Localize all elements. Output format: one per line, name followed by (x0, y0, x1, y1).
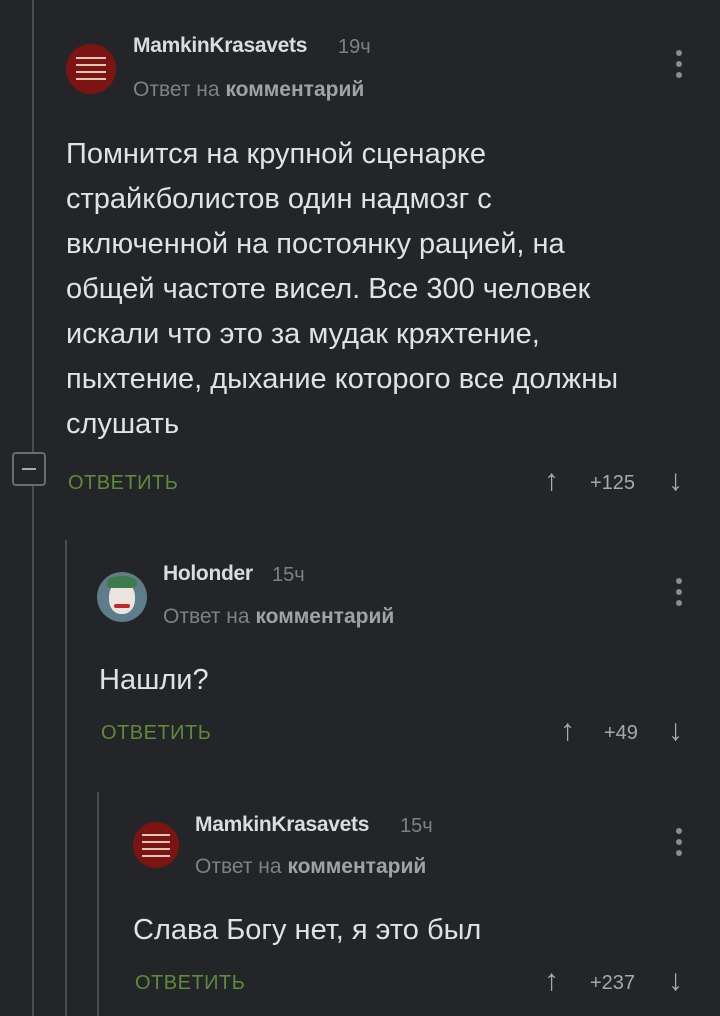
comment-3: MamkinKrasavets 15ч Ответ на комментарий… (0, 0, 720, 1016)
downvote-arrow-icon[interactable]: ↓ (668, 966, 683, 996)
upvote-arrow-icon[interactable]: ↑ (544, 966, 559, 996)
reply-button[interactable]: ОТВЕТИТЬ (135, 972, 245, 995)
red-text-badge-avatar (133, 822, 179, 868)
reply-to-line: Ответ на комментарий (195, 855, 426, 879)
comment-score: +237 (590, 972, 636, 994)
comment-text: Слава Богу нет, я это был (133, 908, 693, 953)
comment-time: 15ч (400, 815, 433, 837)
reply-target-link[interactable]: комментарий (287, 855, 426, 878)
reply-prefix: Ответ на (195, 855, 282, 878)
text-line: Слава Богу нет, я это был (133, 914, 482, 946)
comment-username[interactable]: MamkinKrasavets (195, 813, 369, 837)
vertical-dots-icon[interactable] (676, 828, 682, 861)
